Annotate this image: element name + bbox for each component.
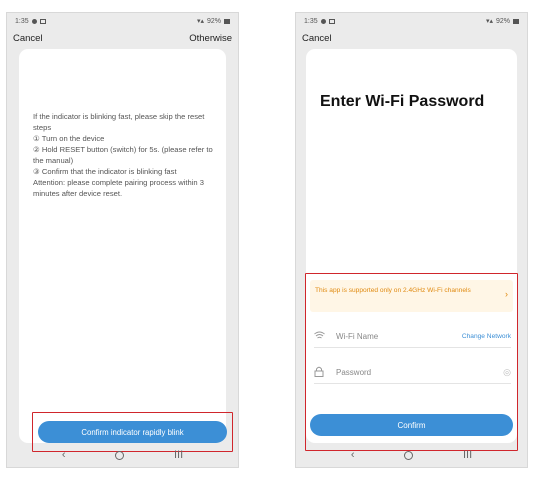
signal-icon: ▾▴ <box>485 18 493 25</box>
page-title: Enter Wi-Fi Password <box>320 93 485 110</box>
recents-button[interactable]: III <box>174 449 183 461</box>
frequency-warning[interactable]: This app is supported only on 2.4GHz Wi-… <box>310 280 513 312</box>
lock-icon <box>314 366 330 380</box>
instruction-line: ② Hold RESET button (switch) for 5s. (pl… <box>33 145 213 165</box>
wifi-name-label: Wi-Fi Name <box>336 332 379 341</box>
back-button[interactable]: ‹ <box>62 449 66 461</box>
wifi-icon <box>314 331 330 343</box>
lock-icon-svg <box>314 366 324 377</box>
confirm-indicator-button[interactable]: Confirm indicator rapidly blink <box>38 421 227 443</box>
status-bar: 1:35 ▾▴ 92% <box>296 13 527 29</box>
wifi-name-field[interactable]: Wi-Fi Name Change Network <box>314 326 511 348</box>
instruction-card: If the indicator is blinking fast, pleas… <box>19 49 233 452</box>
eye-icon[interactable]: ◎ <box>503 367 511 378</box>
battery-icon <box>224 18 230 24</box>
nav-bar: ‹ III <box>7 443 238 467</box>
wifi-icon-svg <box>314 331 325 338</box>
reset-instructions: If the indicator is blinking fast, pleas… <box>33 111 216 199</box>
status-battery: 92% <box>495 17 510 25</box>
otherwise-button[interactable]: Otherwise <box>189 33 232 44</box>
nav-bar: ‹ III <box>296 443 527 467</box>
status-right: ▾▴ 92% <box>197 17 230 25</box>
back-button[interactable]: ‹ <box>351 449 355 461</box>
gallery-icon <box>328 18 335 24</box>
status-time: 1:35 <box>15 17 29 25</box>
chevron-right-icon: › <box>505 289 508 299</box>
password-placeholder: Password <box>336 368 372 377</box>
notification-icon <box>320 18 326 24</box>
highlight-box: This app is supported only on 2.4GHz Wi-… <box>305 273 518 451</box>
gallery-icon <box>39 18 46 24</box>
confirm-button[interactable]: Confirm <box>310 414 513 436</box>
warning-text: This app is supported only on 2.4GHz Wi-… <box>315 287 471 294</box>
top-bar: Cancel Otherwise <box>7 29 238 47</box>
status-right: ▾▴ 92% <box>486 17 519 25</box>
notification-icon <box>31 18 37 24</box>
home-button[interactable] <box>404 450 414 460</box>
top-bar: Cancel <box>296 29 527 47</box>
cancel-button[interactable]: Cancel <box>13 33 43 44</box>
recents-button[interactable]: III <box>463 449 472 461</box>
status-left: 1:35 <box>15 18 46 25</box>
home-button[interactable] <box>115 450 125 460</box>
signal-icon: ▾▴ <box>196 18 204 25</box>
instruction-line: Attention: please complete pairing proce… <box>33 178 204 198</box>
cancel-button[interactable]: Cancel <box>302 33 332 44</box>
status-bar: 1:35 ▾▴ 92% <box>7 13 238 29</box>
battery-icon <box>513 18 519 24</box>
phone-screen-reset-instructions: 1:35 ▾▴ 92% Cancel Otherwise If the indi… <box>6 12 239 468</box>
status-battery: 92% <box>206 17 221 25</box>
password-field[interactable]: Password ◎ <box>314 362 511 384</box>
status-left: 1:35 <box>304 18 335 25</box>
instruction-line: If the indicator is blinking fast, pleas… <box>33 112 205 132</box>
wifi-card: Enter Wi-Fi Password This app is support… <box>305 49 518 451</box>
instruction-line: ① Turn on the device <box>33 134 105 143</box>
change-network-link[interactable]: Change Network <box>462 333 511 340</box>
phone-screen-wifi-password: 1:35 ▾▴ 92% Cancel Enter Wi-Fi Password … <box>295 12 528 468</box>
instruction-line: ③ Confirm that the indicator is blinking… <box>33 167 177 176</box>
status-time: 1:35 <box>304 17 318 25</box>
